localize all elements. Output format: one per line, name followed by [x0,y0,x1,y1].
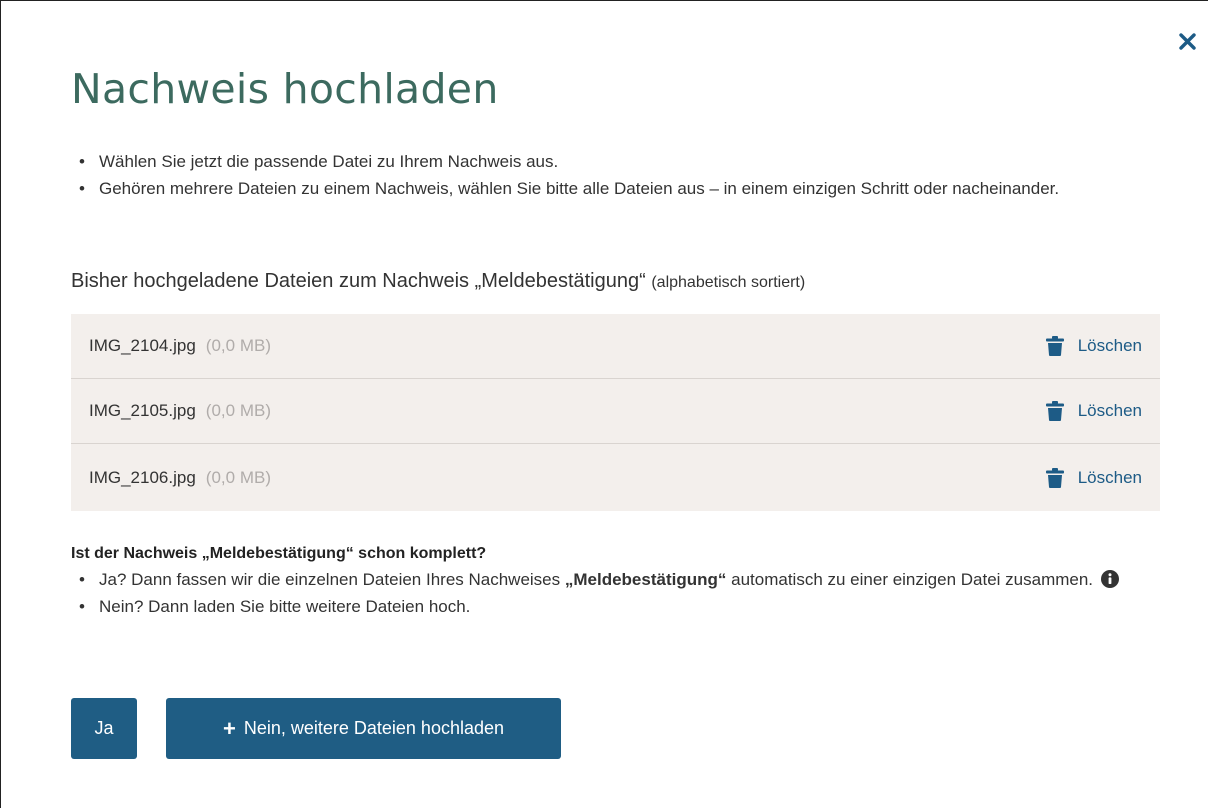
answer-yes-bold: „Meldebestätigung“ [564,570,727,589]
file-list: IMG_2104.jpg (0,0 MB) Löschen IMG_2105.j… [71,314,1160,511]
answer-no-text: Nein? Dann laden Sie bitte weitere Datei… [71,593,1131,620]
delete-button[interactable]: Löschen [1045,467,1142,488]
file-row: IMG_2106.jpg (0,0 MB) Löschen [71,444,1160,511]
uploaded-files-heading: Bisher hochgeladene Dateien zum Nachweis… [71,270,805,293]
info-icon[interactable] [1101,570,1120,588]
file-size: (0,0 MB) [205,336,271,355]
file-row: IMG_2105.jpg (0,0 MB) Löschen [71,379,1160,444]
intro-item: Wählen Sie jetzt die passende Datei zu I… [71,148,1131,175]
answer-list: Ja? Dann fassen wir die einzelnen Dateie… [71,566,1131,620]
trash-icon [1045,467,1064,488]
upload-more-button[interactable]: + Nein, weitere Dateien hochladen [166,698,561,759]
dialog-title: Nachweis hochladen [71,65,499,113]
close-icon [1178,32,1196,50]
answer-yes-text: Ja? Dann fassen wir die einzelnen Dateie… [71,566,1131,593]
trash-icon [1045,336,1064,356]
upload-more-label: Nein, weitere Dateien hochladen [243,718,505,738]
plus-icon: + [222,715,236,741]
uploaded-files-title: Bisher hochgeladene Dateien zum Nachweis… [71,270,646,292]
upload-dialog: Nachweis hochladen Wählen Sie jetzt die … [0,0,1208,808]
file-name: IMG_2106.jpg [89,467,196,487]
answer-yes-after: automatisch zu einer einzigen Datei zusa… [726,570,1094,589]
completeness-question: Ist der Nachweis „Meldebestätigung“ scho… [71,545,487,562]
file-name: IMG_2105.jpg [89,401,196,420]
delete-button[interactable]: Löschen [1045,336,1142,356]
delete-button[interactable]: Löschen [1045,401,1142,421]
file-name: IMG_2104.jpg [89,336,196,355]
answer-yes-before: Ja? Dann fassen wir die einzelnen Dateie… [99,570,565,589]
close-button[interactable] [1175,29,1199,53]
file-size: (0,0 MB) [205,467,271,487]
delete-label: Löschen [1077,336,1142,355]
trash-icon [1045,401,1064,421]
file-size: (0,0 MB) [205,401,271,420]
yes-button[interactable]: Ja [71,698,137,759]
intro-item: Gehören mehrere Dateien zu einem Nachwei… [71,175,1131,202]
delete-label: Löschen [1077,401,1142,420]
file-row: IMG_2104.jpg (0,0 MB) Löschen [71,314,1160,379]
sort-hint: (alphabetisch sortiert) [651,274,806,291]
delete-label: Löschen [1077,467,1142,487]
intro-list: Wählen Sie jetzt die passende Datei zu I… [71,148,1131,202]
